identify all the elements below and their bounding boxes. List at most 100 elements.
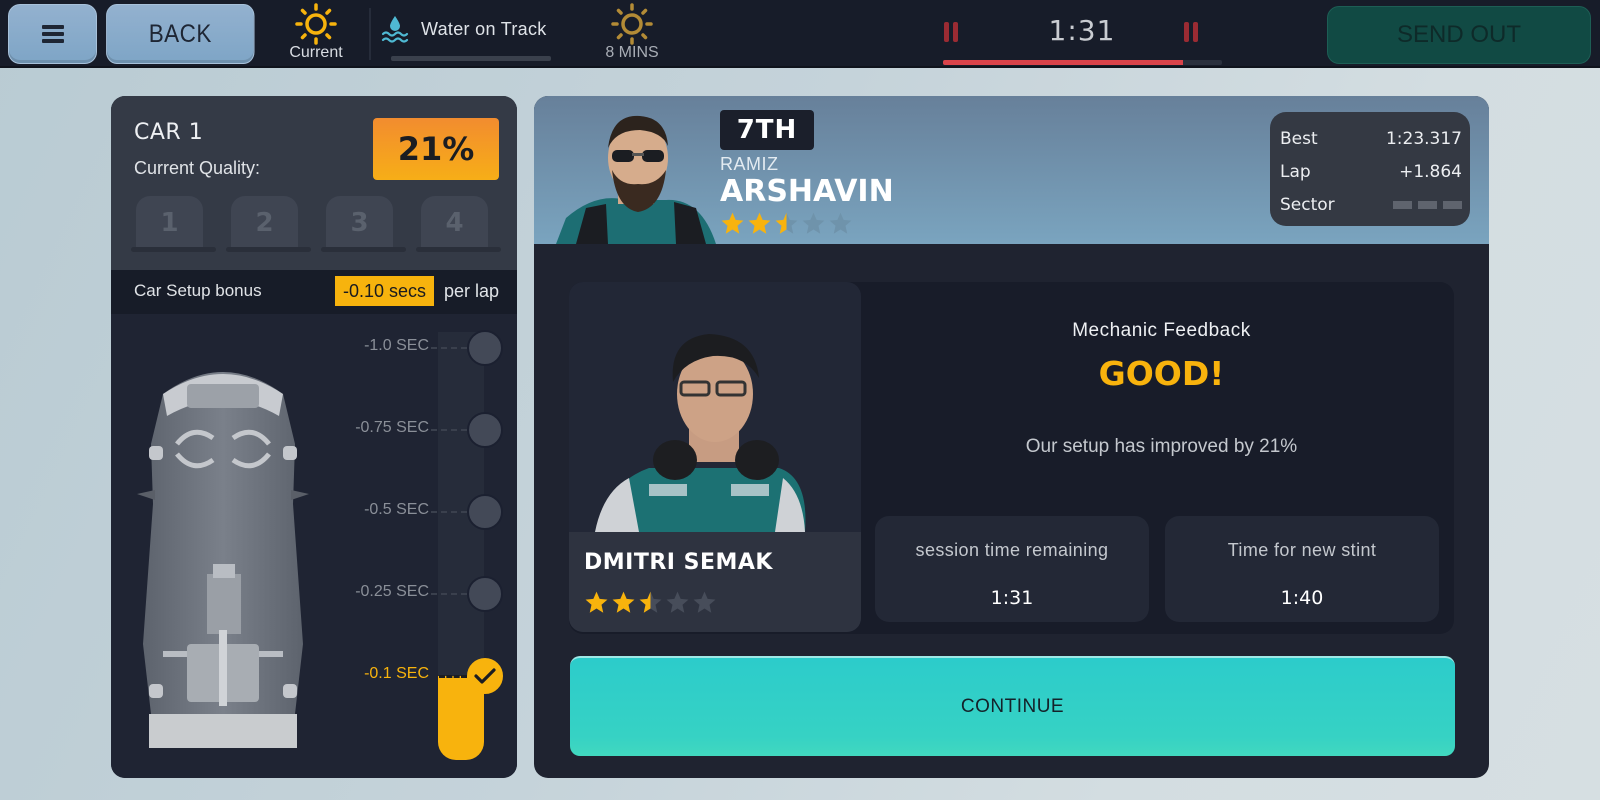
divider — [369, 8, 371, 60]
sun-icon — [295, 3, 337, 45]
setup-slot-label: 2 — [231, 196, 298, 250]
car-top-view-image — [137, 372, 309, 748]
driver-portrait-image — [556, 115, 716, 244]
setup-slot-1[interactable]: 1 — [131, 196, 216, 252]
mechanic-card: DMITRI SEMAK — [569, 282, 861, 632]
star-filled-icon — [585, 591, 608, 613]
driver-first-name: RAMIZ — [720, 154, 779, 174]
car-title: CAR 1 — [134, 120, 204, 145]
lap-delta-row: Lap +1.864 — [1280, 155, 1462, 188]
continue-button[interactable]: CONTINUE — [570, 656, 1455, 756]
feedback-message: Our setup has improved by 21% — [1025, 436, 1298, 457]
water-droplet-waves-icon — [381, 16, 409, 43]
level-knob[interactable] — [467, 494, 503, 530]
feedback-content: DMITRI SEMAK Mechanic Feedback GOOD! Our… — [569, 282, 1454, 634]
stat-label: Time for new stint — [1227, 540, 1377, 560]
best-lap-row: Best 1:23.317 — [1280, 122, 1462, 155]
level-knob[interactable] — [467, 330, 503, 366]
menu-button[interactable] — [8, 4, 97, 64]
star-filled-icon — [612, 591, 635, 613]
setup-level-area: -1.0 SEC -0.75 SEC -0.5 SEC -0.25 SEC -0.1 S… — [111, 314, 517, 778]
setup-level-option[interactable]: -0.75 SEC — [301, 410, 503, 450]
bonus-label: Car Setup bonus — [134, 281, 262, 300]
water-level-bar — [391, 56, 551, 61]
mechanic-portrait-image — [595, 334, 806, 532]
star-empty-icon — [666, 591, 689, 613]
selected-level-knob[interactable] — [467, 658, 503, 694]
dashed-guide — [431, 347, 467, 349]
weather-current: Current — [284, 2, 348, 62]
send-out-button[interactable]: SEND OUT — [1327, 6, 1591, 64]
star-empty-icon — [802, 212, 825, 234]
send-out-label: SEND OUT — [1396, 21, 1521, 48]
lap-label: Lap — [1280, 161, 1311, 182]
star-empty-icon — [829, 212, 852, 234]
star-half-icon — [775, 212, 798, 234]
sun-icon — [611, 3, 653, 45]
best-lap-label: Best — [1280, 128, 1318, 149]
level-knob[interactable] — [467, 412, 503, 448]
star-empty-icon — [693, 591, 716, 613]
driver-rating-stars — [720, 211, 853, 236]
session-time-remaining-card: session time remaining 1:31 — [875, 516, 1149, 622]
sector-segment — [1443, 200, 1462, 209]
best-lap-value: 1:23.317 — [1385, 128, 1462, 149]
quality-value-badge: 21% — [373, 118, 499, 180]
setup-level-option[interactable]: -0.1 SEC — [301, 656, 503, 696]
setup-slot-2[interactable]: 2 — [226, 196, 311, 252]
feedback-title: Mechanic Feedback — [1072, 320, 1251, 341]
car-setup-bonus: Car Setup bonus -0.10 secs per lap — [111, 270, 517, 314]
checkmark-icon — [474, 668, 496, 684]
dashed-guide — [431, 429, 467, 431]
bonus-suffix: per lap — [444, 281, 500, 301]
setup-level-option[interactable]: -1.0 SEC — [301, 328, 503, 368]
driver-header: 7TH RAMIZ ARSHAVIN Best 1:23.317 Lap +1.… — [534, 96, 1489, 244]
level-knob[interactable] — [467, 576, 503, 612]
setup-level-label: -0.75 SEC — [355, 419, 429, 436]
setup-level-label: -1.0 SEC — [364, 337, 429, 354]
bonus-value: -0.10 secs — [335, 276, 435, 306]
setup-level-option[interactable]: -0.5 SEC — [301, 492, 503, 532]
lap-times-box: Best 1:23.317 Lap +1.864 Sector — [1270, 112, 1470, 226]
pause-icon[interactable] — [1184, 22, 1198, 42]
feedback-grade: GOOD! — [1098, 354, 1225, 393]
timer-value: 1:31 — [1048, 14, 1116, 47]
mechanic-name: DMITRI SEMAK — [584, 550, 773, 575]
setup-level-option[interactable]: -0.25 SEC — [301, 574, 503, 614]
back-button[interactable]: BACK — [106, 4, 255, 64]
current-quality-label: Current Quality: — [134, 158, 261, 178]
water-on-track: Water on Track — [381, 14, 556, 61]
setup-slot-3[interactable]: 3 — [321, 196, 406, 252]
new-stint-time-card: Time for new stint 1:40 — [1165, 516, 1439, 622]
race-position-badge: 7TH — [720, 110, 814, 150]
dashed-guide — [439, 675, 467, 678]
stat-value: 1:31 — [990, 587, 1034, 609]
hamburger-menu-icon — [41, 25, 64, 43]
sector-row: Sector — [1280, 188, 1462, 221]
setup-slots: 1 2 3 4 — [131, 196, 501, 252]
lap-delta-value: +1.864 — [1399, 161, 1462, 182]
driver-last-name: ARSHAVIN — [720, 174, 894, 209]
sector-segment — [1393, 200, 1412, 209]
star-half-icon — [639, 591, 662, 613]
setup-slot-4[interactable]: 4 — [416, 196, 501, 252]
sector-indicators — [1393, 200, 1462, 209]
setup-slot-label: 4 — [421, 196, 488, 250]
weather-forecast-label: 8 MINS — [605, 44, 659, 61]
sector-segment — [1418, 200, 1437, 209]
water-on-track-label: Water on Track — [421, 18, 547, 39]
setup-level-label: -0.1 SEC — [364, 665, 429, 682]
back-button-label: BACK — [148, 19, 212, 48]
mechanic-rating-stars — [584, 590, 717, 615]
star-filled-icon — [721, 212, 744, 234]
session-timer: 1:31 — [940, 10, 1224, 66]
weather-forecast: 8 MINS — [600, 2, 664, 62]
mechanic-info: DMITRI SEMAK — [569, 532, 861, 632]
setup-level-label: -0.25 SEC — [355, 583, 429, 600]
setup-slot-label: 3 — [326, 196, 393, 250]
stat-value: 1:40 — [1280, 587, 1324, 609]
dashed-guide — [431, 511, 467, 513]
top-bar: BACK Current Water on Track 8 MINS 1:31 … — [0, 0, 1600, 68]
sector-label: Sector — [1280, 194, 1335, 215]
dashed-guide — [431, 593, 467, 595]
